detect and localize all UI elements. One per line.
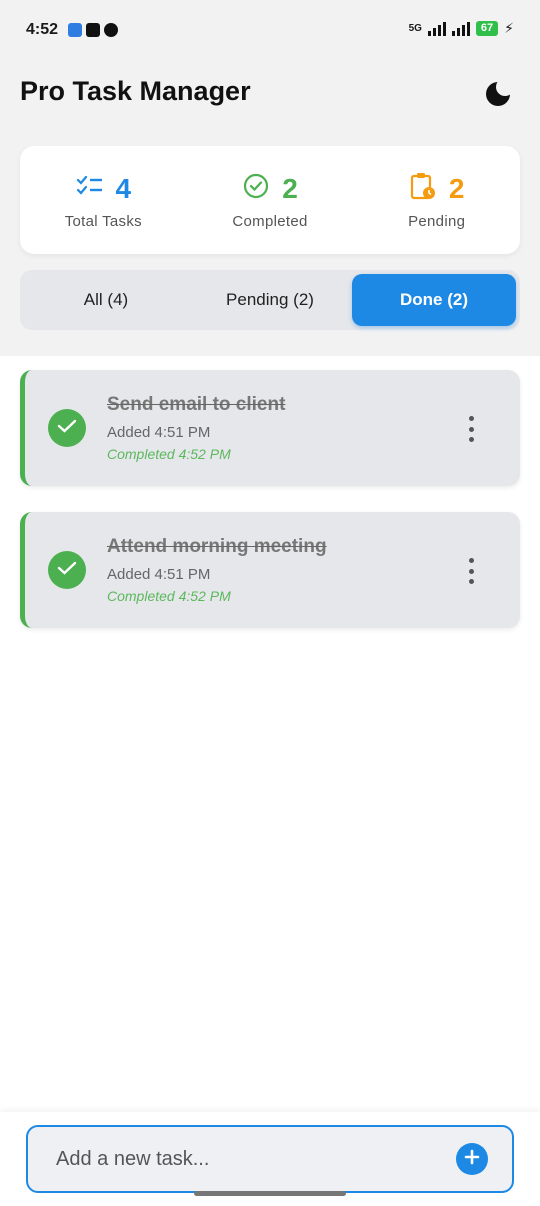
battery-icon: 67	[475, 21, 499, 36]
discord-icon	[68, 23, 83, 37]
task-text: Attend morning meeting Added 4:51 PM Com…	[107, 536, 327, 604]
add-task-button[interactable]	[456, 1143, 488, 1175]
task-added-time: Added 4:51 PM	[107, 566, 211, 583]
check-icon	[57, 418, 77, 439]
status-app-icons	[68, 23, 119, 37]
task-completed-time: Completed 4:52 PM	[107, 588, 231, 604]
youtube-icon	[86, 23, 101, 37]
stat-completed-label: Completed	[232, 212, 308, 230]
tab-done[interactable]: Done (2)	[352, 274, 516, 326]
stat-completed: 2 Completed	[187, 146, 354, 254]
header: Pro Task Manager 4 Total Tasks 2 Complet…	[0, 60, 540, 356]
more-vertical-icon[interactable]	[466, 558, 476, 584]
status-bar: 4:52 5G 67 ⚡	[0, 0, 540, 60]
task-card[interactable]: Attend morning meeting Added 4:51 PM Com…	[20, 512, 520, 628]
stat-total-label: Total Tasks	[64, 212, 142, 230]
page-title: Pro Task Manager	[20, 76, 251, 106]
more-vertical-icon[interactable]	[466, 416, 476, 442]
task-completed-time: Completed 4:52 PM	[107, 446, 231, 462]
signal-icon	[427, 21, 446, 36]
stat-pending: 2 Pending	[353, 146, 520, 254]
stats-card: 4 Total Tasks 2 Completed 2 Pending	[20, 146, 520, 254]
task-title: Attend morning meeting	[107, 536, 327, 557]
check-icon	[57, 560, 77, 581]
charging-icon: ⚡	[504, 20, 514, 36]
task-list: Send email to client Added 4:51 PM Compl…	[20, 370, 520, 654]
add-task-field	[26, 1125, 514, 1193]
tab-all[interactable]: All (4)	[24, 274, 188, 326]
plus-icon	[464, 1149, 480, 1170]
tab-pending[interactable]: Pending (2)	[188, 274, 352, 326]
network-label: 5G	[408, 23, 422, 34]
filter-tabs: All (4) Pending (2) Done (2)	[20, 270, 520, 330]
status-time: 4:52	[26, 21, 59, 38]
task-added-time: Added 4:51 PM	[107, 424, 211, 441]
stat-completed-value: 2	[282, 172, 298, 204]
status-indicators: 5G 67 ⚡	[409, 20, 514, 37]
task-text: Send email to client Added 4:51 PM Compl…	[107, 394, 285, 462]
stat-total: 4 Total Tasks	[20, 146, 187, 254]
stat-pending-value: 2	[448, 172, 465, 204]
task-title: Send email to client	[107, 394, 286, 415]
moon-icon[interactable]	[484, 78, 514, 108]
add-task-input[interactable]	[56, 1147, 456, 1171]
stat-total-value: 4	[115, 172, 132, 204]
home-indicator[interactable]	[194, 1191, 346, 1196]
signal-icon-2	[451, 21, 470, 36]
task-complete-toggle[interactable]	[48, 551, 86, 589]
task-card[interactable]: Send email to client Added 4:51 PM Compl…	[20, 370, 520, 486]
clipboard-clock-icon	[409, 171, 437, 206]
task-complete-toggle[interactable]	[48, 409, 86, 447]
check-circle-icon	[242, 172, 270, 205]
checklist-icon	[76, 174, 104, 203]
whatsapp-icon	[104, 23, 119, 37]
stat-pending-label: Pending	[408, 212, 466, 230]
